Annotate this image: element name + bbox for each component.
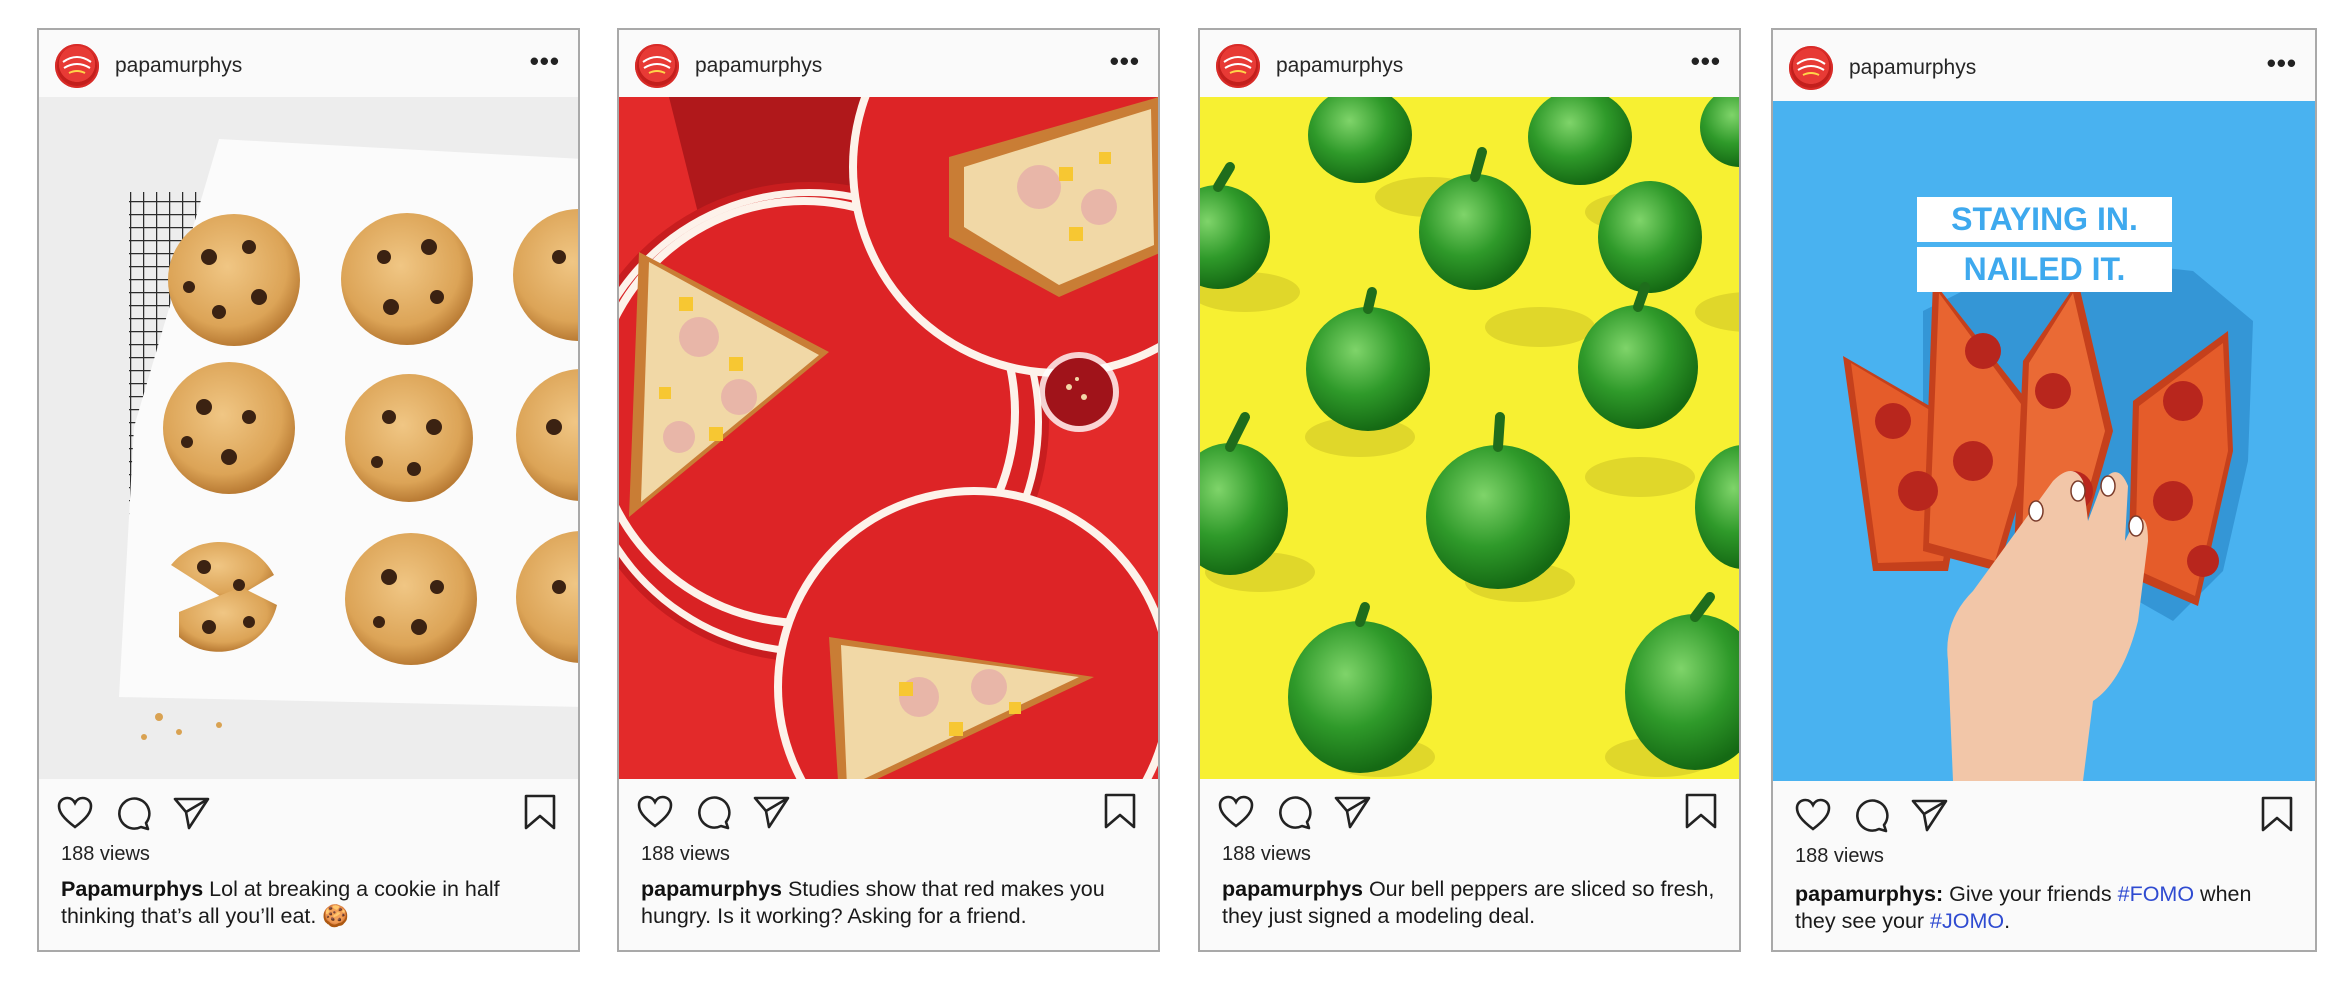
post-header: papamurphys ••• <box>39 30 578 97</box>
caption-text: . <box>2004 909 2011 933</box>
instagram-post-1: papamurphys ••• 188 views Papamurphys Lo… <box>37 28 580 952</box>
view-count: 188 views <box>61 843 150 865</box>
post-actions <box>619 779 1158 849</box>
view-count: 188 views <box>641 843 730 865</box>
more-options-icon[interactable]: ••• <box>530 46 560 77</box>
username[interactable]: papamurphys <box>1849 56 1976 80</box>
instagram-post-2: papamurphys ••• 188 views papamurphys St… <box>617 28 1160 952</box>
post-actions <box>1200 779 1739 849</box>
username[interactable]: papamurphys <box>1276 54 1403 78</box>
heart-icon[interactable] <box>1795 798 1831 832</box>
hashtag-link[interactable]: #FOMO <box>2118 882 2194 906</box>
caption-username[interactable]: papamurphys <box>1222 877 1363 901</box>
more-options-icon[interactable]: ••• <box>1110 46 1140 77</box>
post-header: papamurphys ••• <box>619 30 1158 97</box>
share-icon[interactable] <box>753 795 791 829</box>
avatar[interactable] <box>1216 44 1260 88</box>
overlay-line-2: NAILED IT. <box>1917 247 2172 292</box>
view-count: 188 views <box>1795 845 1884 867</box>
more-options-icon[interactable]: ••• <box>1691 46 1721 77</box>
view-count: 188 views <box>1222 843 1311 865</box>
post-actions <box>1773 781 2315 851</box>
comment-icon[interactable] <box>115 796 151 832</box>
post-caption: papamurphys: Give your friends #FOMO whe… <box>1795 881 2291 935</box>
instagram-post-4: papamurphys ••• STAYING IN. NAILED IT. 1… <box>1771 28 2317 952</box>
comment-icon[interactable] <box>1853 798 1889 834</box>
heart-icon[interactable] <box>637 795 673 829</box>
comment-icon[interactable] <box>695 795 731 831</box>
avatar[interactable] <box>635 44 679 88</box>
post-image-pizza-plates[interactable] <box>619 97 1158 779</box>
avatar[interactable] <box>55 44 99 88</box>
comment-icon[interactable] <box>1276 795 1312 831</box>
post-header: papamurphys ••• <box>1200 30 1739 97</box>
caption-text: Give your friends <box>1943 882 2118 906</box>
heart-icon[interactable] <box>1218 795 1254 829</box>
post-header: papamurphys ••• <box>1773 30 2315 101</box>
post-image-bell-peppers[interactable] <box>1200 97 1739 779</box>
caption-username[interactable]: Papamurphys <box>61 877 203 901</box>
more-options-icon[interactable]: ••• <box>2267 48 2297 79</box>
post-image-pizza-hand[interactable]: STAYING IN. NAILED IT. <box>1773 101 2315 781</box>
share-icon[interactable] <box>1911 798 1949 832</box>
share-icon[interactable] <box>1334 795 1372 829</box>
caption-username[interactable]: papamurphys <box>641 877 782 901</box>
instagram-post-3: papamurphys ••• 188 views papamurphys Ou… <box>1198 28 1741 952</box>
post-caption: papamurphys Studies show that red makes … <box>641 876 1134 930</box>
bookmark-icon[interactable] <box>524 794 556 830</box>
bookmark-icon[interactable] <box>1685 793 1717 829</box>
heart-icon[interactable] <box>57 796 93 830</box>
overlay-line-1: STAYING IN. <box>1917 197 2172 242</box>
caption-username[interactable]: papamurphys: <box>1795 882 1943 906</box>
post-actions <box>39 779 578 849</box>
bookmark-icon[interactable] <box>2261 796 2293 832</box>
share-icon[interactable] <box>173 796 211 830</box>
hashtag-link[interactable]: #JOMO <box>1930 909 2004 933</box>
post-caption: Papamurphys Lol at breaking a cookie in … <box>61 876 554 930</box>
username[interactable]: papamurphys <box>115 54 242 78</box>
avatar[interactable] <box>1789 46 1833 90</box>
post-caption: papamurphys Our bell peppers are sliced … <box>1222 876 1715 930</box>
bookmark-icon[interactable] <box>1104 793 1136 829</box>
username[interactable]: papamurphys <box>695 54 822 78</box>
overlay-text: STAYING IN. NAILED IT. <box>1917 197 2172 292</box>
post-image-cookies[interactable] <box>39 97 578 779</box>
